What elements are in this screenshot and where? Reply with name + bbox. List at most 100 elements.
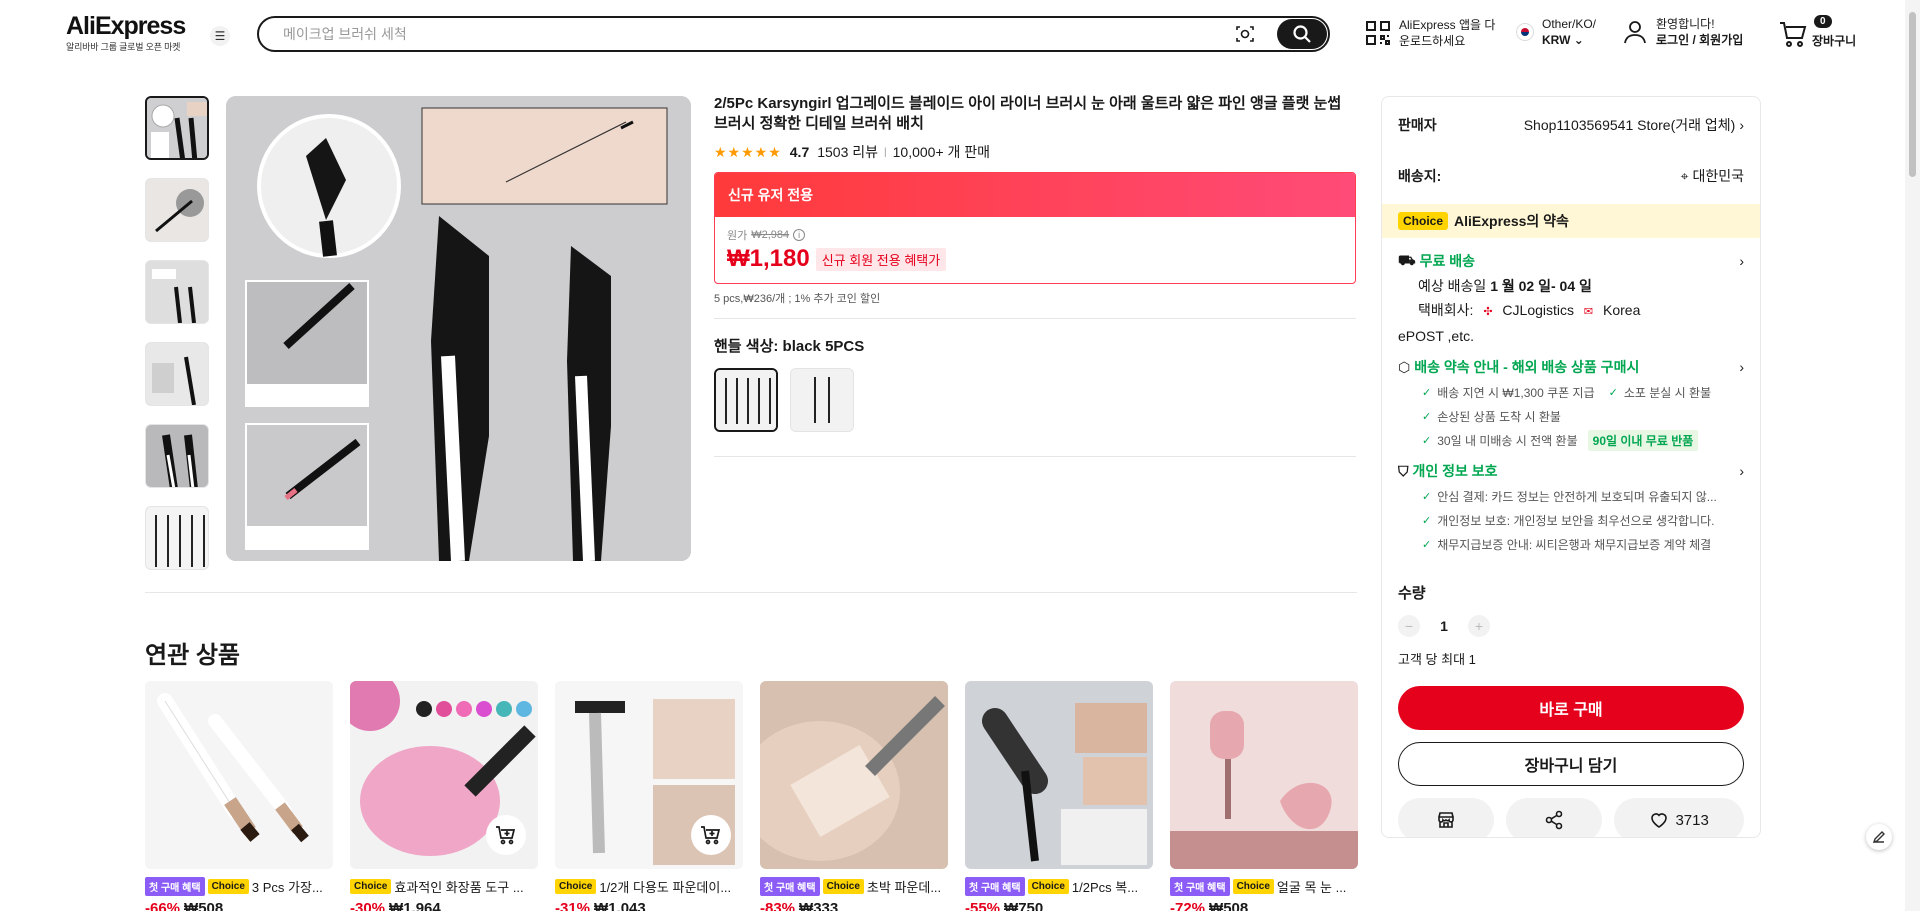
search-icon [1293, 25, 1311, 43]
divider [714, 318, 1356, 319]
feedback-button[interactable] [1866, 824, 1892, 850]
choice-tag: Choice [207, 879, 249, 894]
deal-header: 신규 유저 전용 [715, 173, 1355, 217]
thumbnail[interactable] [145, 506, 209, 570]
related-product-card[interactable]: 첫 구매 혜택 Choice 얼굴 목 눈 ... -72% ₩508 [1170, 681, 1358, 911]
image-search-button[interactable] [1233, 22, 1257, 46]
check-icon: ✓ [1422, 386, 1432, 399]
related-product-image[interactable] [350, 681, 538, 869]
related-product-card[interactable]: Choice 효과적인 화장품 도구 ... -30% ₩1,964 [350, 681, 538, 911]
divider [714, 456, 1356, 457]
thumbnail[interactable] [145, 260, 209, 324]
first-purchase-tag: 첫 구매 혜택 [760, 877, 820, 896]
eta-label: 예상 배송일 [1418, 278, 1487, 294]
related-product-card[interactable]: 첫 구매 혜택 Choice 3 Pcs 가장... -66% ₩508 [145, 681, 333, 911]
free-return-tag: 90일 이내 무료 반품 [1587, 429, 1699, 451]
related-product-image[interactable] [1170, 681, 1358, 869]
wishlist-button[interactable]: 3713 [1614, 798, 1745, 837]
store-icon [1438, 812, 1454, 828]
main-product-image[interactable] [226, 96, 691, 561]
discount: -55% [965, 900, 1001, 911]
app-download-line2: 운로드하세요 [1399, 34, 1466, 48]
logo[interactable]: AliExpress 알리바바 그룹 글로벌 오픈 마켓 [66, 12, 198, 53]
related-product-image[interactable] [965, 681, 1153, 869]
promise-item: 소포 분실 시 환불 [1623, 385, 1712, 400]
related-product-image[interactable] [760, 681, 948, 869]
related-product-name: 초박 파운데... [866, 880, 942, 895]
thumbnail[interactable] [145, 178, 209, 242]
cj-logo-icon: ✣ [1483, 306, 1493, 318]
truck-icon: ⛟ [1398, 251, 1416, 268]
review-count[interactable]: 1503 리뷰 [817, 142, 878, 162]
shield-box-icon: ⬡ [1398, 358, 1411, 375]
decrement-button[interactable]: − [1398, 615, 1420, 637]
increment-button[interactable]: + [1468, 615, 1490, 637]
account-menu[interactable]: 환영합니다! 로그인 / 회원가입 [1622, 16, 1743, 48]
original-price: ₩2,984 [751, 229, 790, 241]
seller-name[interactable]: Shop1103569541 Store(거래 업체) [1524, 115, 1736, 135]
check-icon: ✓ [1422, 434, 1432, 447]
related-product-card[interactable]: 첫 구매 혜택 Choice 1/2Pcs 복... -55% ₩750 [965, 681, 1153, 911]
delivery-promise-section[interactable]: ⬡ 배송 약속 안내 - 해외 배송 상품 구매시 › ✓ 배송 지연 시 ₩1,3… [1382, 354, 1760, 452]
ship-to-label: 배송지: [1398, 168, 1442, 184]
quantity-value[interactable]: 1 [1436, 618, 1452, 634]
menu-button[interactable]: ☰ [210, 26, 230, 46]
promise-item: 배송 지연 시 ₩1,300 쿠폰 지급 [1437, 385, 1595, 400]
swatch-black-5pcs[interactable] [714, 368, 778, 432]
chevron-right-icon: › [1739, 253, 1744, 269]
search-button[interactable] [1277, 19, 1327, 49]
language-currency-selector[interactable]: Other/KO/ KRW ⌄ [1516, 16, 1596, 48]
hamburger-icon: ☰ [214, 29, 226, 43]
add-to-cart-button[interactable]: 장바구니 담기 [1398, 742, 1744, 786]
ship-to-country: 대한민국 [1692, 168, 1744, 184]
product-title: 2/5Pc Karsyngirl 업그레이드 블레이드 아이 라이너 브러시 눈… [714, 95, 1342, 132]
buy-now-button[interactable]: 바로 구매 [1398, 686, 1744, 730]
korea-flag-icon [1516, 23, 1534, 41]
promise-item: 30일 내 미배송 시 전액 환불 [1437, 433, 1578, 448]
cart-count-badge: 0 [1814, 15, 1832, 28]
vertical-scrollbar[interactable] [1905, 0, 1920, 911]
qr-code-icon [1366, 21, 1390, 45]
share-button[interactable] [1506, 798, 1603, 837]
related-product-card[interactable]: 첫 구매 혜택 Choice 초박 파운데... -83% ₩333 [760, 681, 948, 911]
info-icon[interactable]: i [793, 229, 806, 241]
thumbnail[interactable] [145, 342, 209, 406]
cart-button[interactable]: 0 장바구니 [1778, 14, 1856, 49]
add-to-cart-icon[interactable] [691, 815, 731, 855]
related-product-card[interactable]: Choice 1/2개 다용도 파운데이... -31% ₩1,043 [555, 681, 743, 911]
scrollbar-thumb[interactable] [1909, 12, 1916, 177]
seller-row[interactable]: 판매자 Shop1103569541 Store(거래 업체) › [1382, 97, 1760, 152]
ship-to-row[interactable]: 배송지: ⌖ 대한민국 [1382, 152, 1760, 200]
choice-tag: Choice [822, 879, 864, 894]
privacy-section[interactable]: ⛉ 개인 정보 보호 › ✓ 안심 결제: 카드 정보는 안전하게 보호되며 유출되… [1382, 458, 1760, 556]
login-signup-link[interactable]: 로그인 / 회원가입 [1656, 32, 1743, 48]
related-product-image[interactable] [555, 681, 743, 869]
privacy-item: 안심 결제: 카드 정보는 안전하게 보호되며 유출되지 않... [1437, 489, 1717, 504]
shipping-section[interactable]: ⛟ 무료 배송 › 예상 배송일 1 월 02 일- 04 일 택배회사: ✣ C… [1382, 248, 1760, 348]
related-products-title: 연관 상품 [145, 642, 240, 669]
app-download[interactable]: AliExpress 앱을 다 운로드하세요 [1365, 17, 1495, 49]
color-label: 핸들 색상: black 5PCS [714, 338, 865, 355]
eta-value: 1 월 02 일- 04 일 [1490, 278, 1592, 294]
search-input[interactable] [259, 26, 1233, 42]
price: ₩750 [1004, 900, 1044, 911]
thumbnail[interactable] [145, 424, 209, 488]
chevron-down-icon: ⌄ [1573, 33, 1584, 47]
add-to-cart-icon[interactable] [486, 815, 526, 855]
related-product-name: 1/2개 다용도 파운데이... [599, 880, 732, 895]
choice-tag: Choice [555, 879, 597, 894]
store-button[interactable] [1398, 798, 1495, 837]
check-icon: ✓ [1422, 410, 1432, 423]
thumbnail[interactable] [145, 96, 209, 160]
related-product-name: 1/2Pcs 복... [1071, 880, 1139, 895]
related-products-list: 첫 구매 혜택 Choice 3 Pcs 가장... -66% ₩508 Choi… [145, 681, 1358, 911]
pencil-icon [1872, 831, 1885, 844]
logo-subtitle: 알리바바 그룹 글로벌 오픈 마켓 [66, 42, 181, 52]
related-product-image[interactable] [145, 681, 333, 869]
first-purchase-tag: 첫 구매 혜택 [1170, 877, 1230, 896]
quantity-stepper: − 1 + [1382, 615, 1760, 637]
delivery-promise-title: 배송 약속 안내 - 해외 배송 상품 구매시 [1414, 359, 1640, 375]
price: ₩1,964 [389, 900, 441, 911]
currency-text: KRW [1542, 33, 1571, 47]
swatch-black-2pcs[interactable] [790, 368, 854, 432]
